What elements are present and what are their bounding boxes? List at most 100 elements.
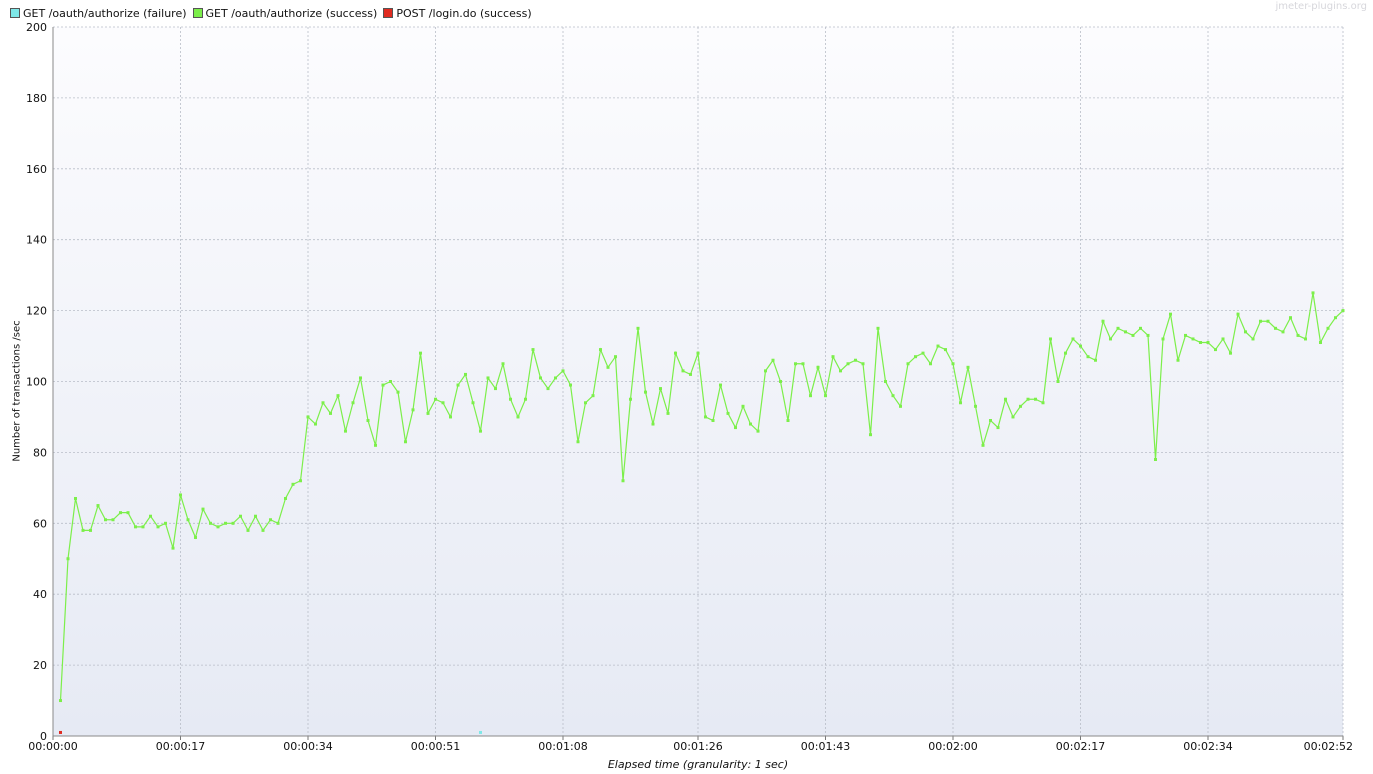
data-point <box>644 390 647 394</box>
data-point <box>606 365 610 369</box>
data-point <box>1116 326 1120 330</box>
data-point <box>561 369 565 373</box>
data-point <box>794 362 797 366</box>
data-point <box>741 404 745 408</box>
data-point <box>576 440 580 444</box>
data-point <box>846 362 850 366</box>
data-point <box>1319 341 1322 344</box>
data-point <box>1086 355 1090 359</box>
data-point <box>1079 344 1082 348</box>
data-point <box>351 401 355 405</box>
data-point <box>764 369 767 373</box>
data-point <box>374 443 377 447</box>
y-tick-label: 20 <box>33 659 47 672</box>
data-point <box>194 535 197 539</box>
y-tick-label: 100 <box>26 376 47 389</box>
data-point <box>816 365 820 369</box>
data-point <box>899 404 902 408</box>
data-point <box>914 355 917 359</box>
data-point <box>966 365 970 369</box>
data-point <box>756 429 760 433</box>
data-point <box>1281 330 1285 334</box>
data-point <box>1296 333 1300 337</box>
data-point <box>981 443 985 447</box>
data-point <box>876 326 880 330</box>
data-point <box>666 411 670 415</box>
data-point <box>419 351 422 355</box>
data-point <box>516 415 520 419</box>
data-point <box>809 394 812 398</box>
data-point <box>1334 316 1337 320</box>
data-point <box>261 528 265 532</box>
data-point <box>1064 351 1067 355</box>
data-point <box>839 369 842 373</box>
data-point <box>1199 341 1202 344</box>
data-point <box>306 415 310 419</box>
y-tick-label: 120 <box>26 305 47 318</box>
data-point <box>239 514 242 518</box>
data-point <box>96 504 100 508</box>
data-point <box>936 344 940 348</box>
x-tick-label: 00:02:34 <box>1183 740 1232 753</box>
data-point <box>329 411 332 415</box>
data-point <box>786 419 790 422</box>
y-axis-title: Number of transactions /sec <box>11 320 23 462</box>
data-point <box>681 369 685 373</box>
data-point <box>696 351 700 355</box>
data-point <box>449 415 452 419</box>
data-point <box>209 521 212 525</box>
data-point <box>141 525 145 529</box>
y-tick-label: 180 <box>26 92 47 105</box>
data-point <box>1229 351 1232 355</box>
x-axis-title: Elapsed time (granularity: 1 sec) <box>607 758 789 771</box>
data-point <box>1034 397 1037 401</box>
series-0 <box>479 730 482 734</box>
data-point <box>456 383 460 387</box>
data-point <box>336 394 340 398</box>
data-point <box>1184 333 1187 337</box>
data-point <box>1146 333 1150 337</box>
data-point <box>734 426 737 430</box>
data-point <box>621 479 625 483</box>
data-point <box>771 358 775 362</box>
data-point <box>426 411 430 415</box>
data-point <box>224 521 227 525</box>
data-point <box>1056 380 1060 383</box>
data-point <box>869 433 872 437</box>
data-point <box>704 415 707 419</box>
data-point <box>629 397 632 401</box>
data-point <box>441 401 445 405</box>
data-point <box>246 528 250 532</box>
data-point <box>1041 401 1045 405</box>
data-point <box>1139 326 1142 330</box>
data-point <box>149 514 152 518</box>
data-point <box>524 397 527 401</box>
data-point <box>344 429 347 433</box>
data-point <box>651 422 655 426</box>
y-tick-label: 40 <box>33 588 47 601</box>
data-point <box>479 730 482 734</box>
data-point <box>1221 337 1225 341</box>
data-point <box>1011 415 1015 419</box>
data-point <box>366 419 370 422</box>
x-tick-label: 00:02:52 <box>1304 740 1353 753</box>
data-point <box>584 401 587 405</box>
data-point <box>1101 319 1105 323</box>
x-tick-label: 00:01:43 <box>801 740 850 753</box>
data-point <box>389 380 392 383</box>
data-point <box>321 401 325 405</box>
data-point <box>119 511 122 515</box>
data-point <box>951 362 955 366</box>
data-point <box>284 496 287 500</box>
data-point <box>156 525 160 529</box>
data-point <box>801 362 805 366</box>
data-point <box>164 521 167 525</box>
data-point <box>231 521 235 525</box>
data-point <box>1019 404 1022 408</box>
data-point <box>126 511 130 515</box>
data-point <box>1274 326 1277 330</box>
x-tick-label: 00:01:08 <box>538 740 587 753</box>
data-point <box>1266 319 1270 323</box>
data-point <box>276 521 280 525</box>
data-point <box>216 525 220 529</box>
